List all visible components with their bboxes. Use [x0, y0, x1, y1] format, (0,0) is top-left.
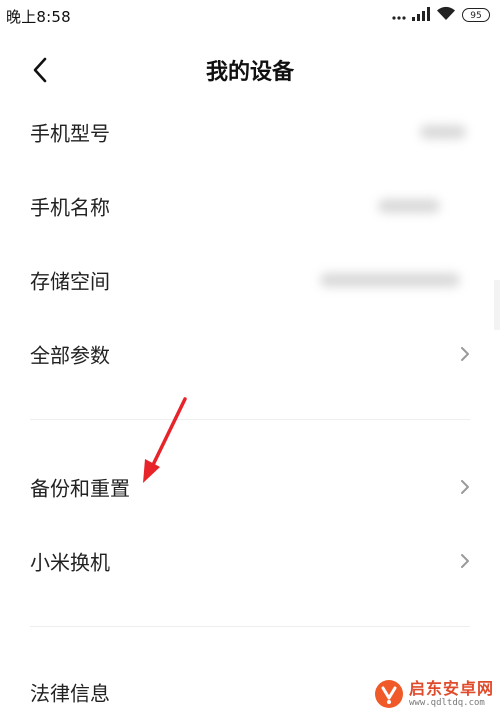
- row-label: 存储空间: [30, 269, 110, 294]
- signal-icon: [412, 6, 430, 25]
- my-device-screen: 晚上8:58 95 我的设备 手机型号 手机名称 存储空间 全部参数 备份和重置…: [0, 0, 500, 714]
- row-label: 全部参数: [30, 343, 110, 368]
- row-all-specs[interactable]: 全部参数: [0, 326, 500, 382]
- row-label: 备份和重置: [30, 476, 130, 501]
- blurred-value: [420, 125, 466, 139]
- battery-icon: 95: [462, 8, 490, 22]
- section-divider: [30, 626, 470, 627]
- watermark: 启东安卓网 www.qdltdq.com: [373, 676, 494, 712]
- page-title: 我的设备: [205, 60, 294, 85]
- blurred-value: [378, 199, 440, 213]
- row-label: 小米换机: [30, 550, 110, 575]
- row-phone-name[interactable]: 手机名称: [0, 178, 500, 234]
- status-bar: 晚上8:58 95: [0, 0, 500, 30]
- more-dots-icon: [392, 6, 406, 25]
- watermark-brand: 启东安卓网: [408, 678, 494, 698]
- chevron-right-icon: [461, 347, 469, 361]
- chevron-right-icon: [461, 554, 469, 568]
- section-divider: [30, 419, 470, 420]
- status-icons: 95: [392, 6, 490, 24]
- watermark-logo-icon: [374, 680, 403, 708]
- row-label: 法律信息: [30, 681, 110, 706]
- row-label: 手机型号: [30, 121, 110, 146]
- row-label: 手机名称: [30, 195, 110, 220]
- wifi-icon: [436, 6, 456, 25]
- watermark-url: www.qdltdq.com: [408, 697, 485, 708]
- row-backup-reset[interactable]: 备份和重置: [0, 459, 500, 515]
- chevron-right-icon: [461, 480, 469, 494]
- row-phone-model[interactable]: 手机型号: [0, 104, 500, 160]
- status-time: 晚上8:58: [6, 8, 71, 26]
- header: 我的设备: [0, 40, 500, 98]
- scroll-indicator: [494, 280, 500, 330]
- row-storage[interactable]: 存储空间: [0, 252, 500, 308]
- row-mi-mover[interactable]: 小米换机: [0, 533, 500, 589]
- blurred-value: [320, 273, 460, 287]
